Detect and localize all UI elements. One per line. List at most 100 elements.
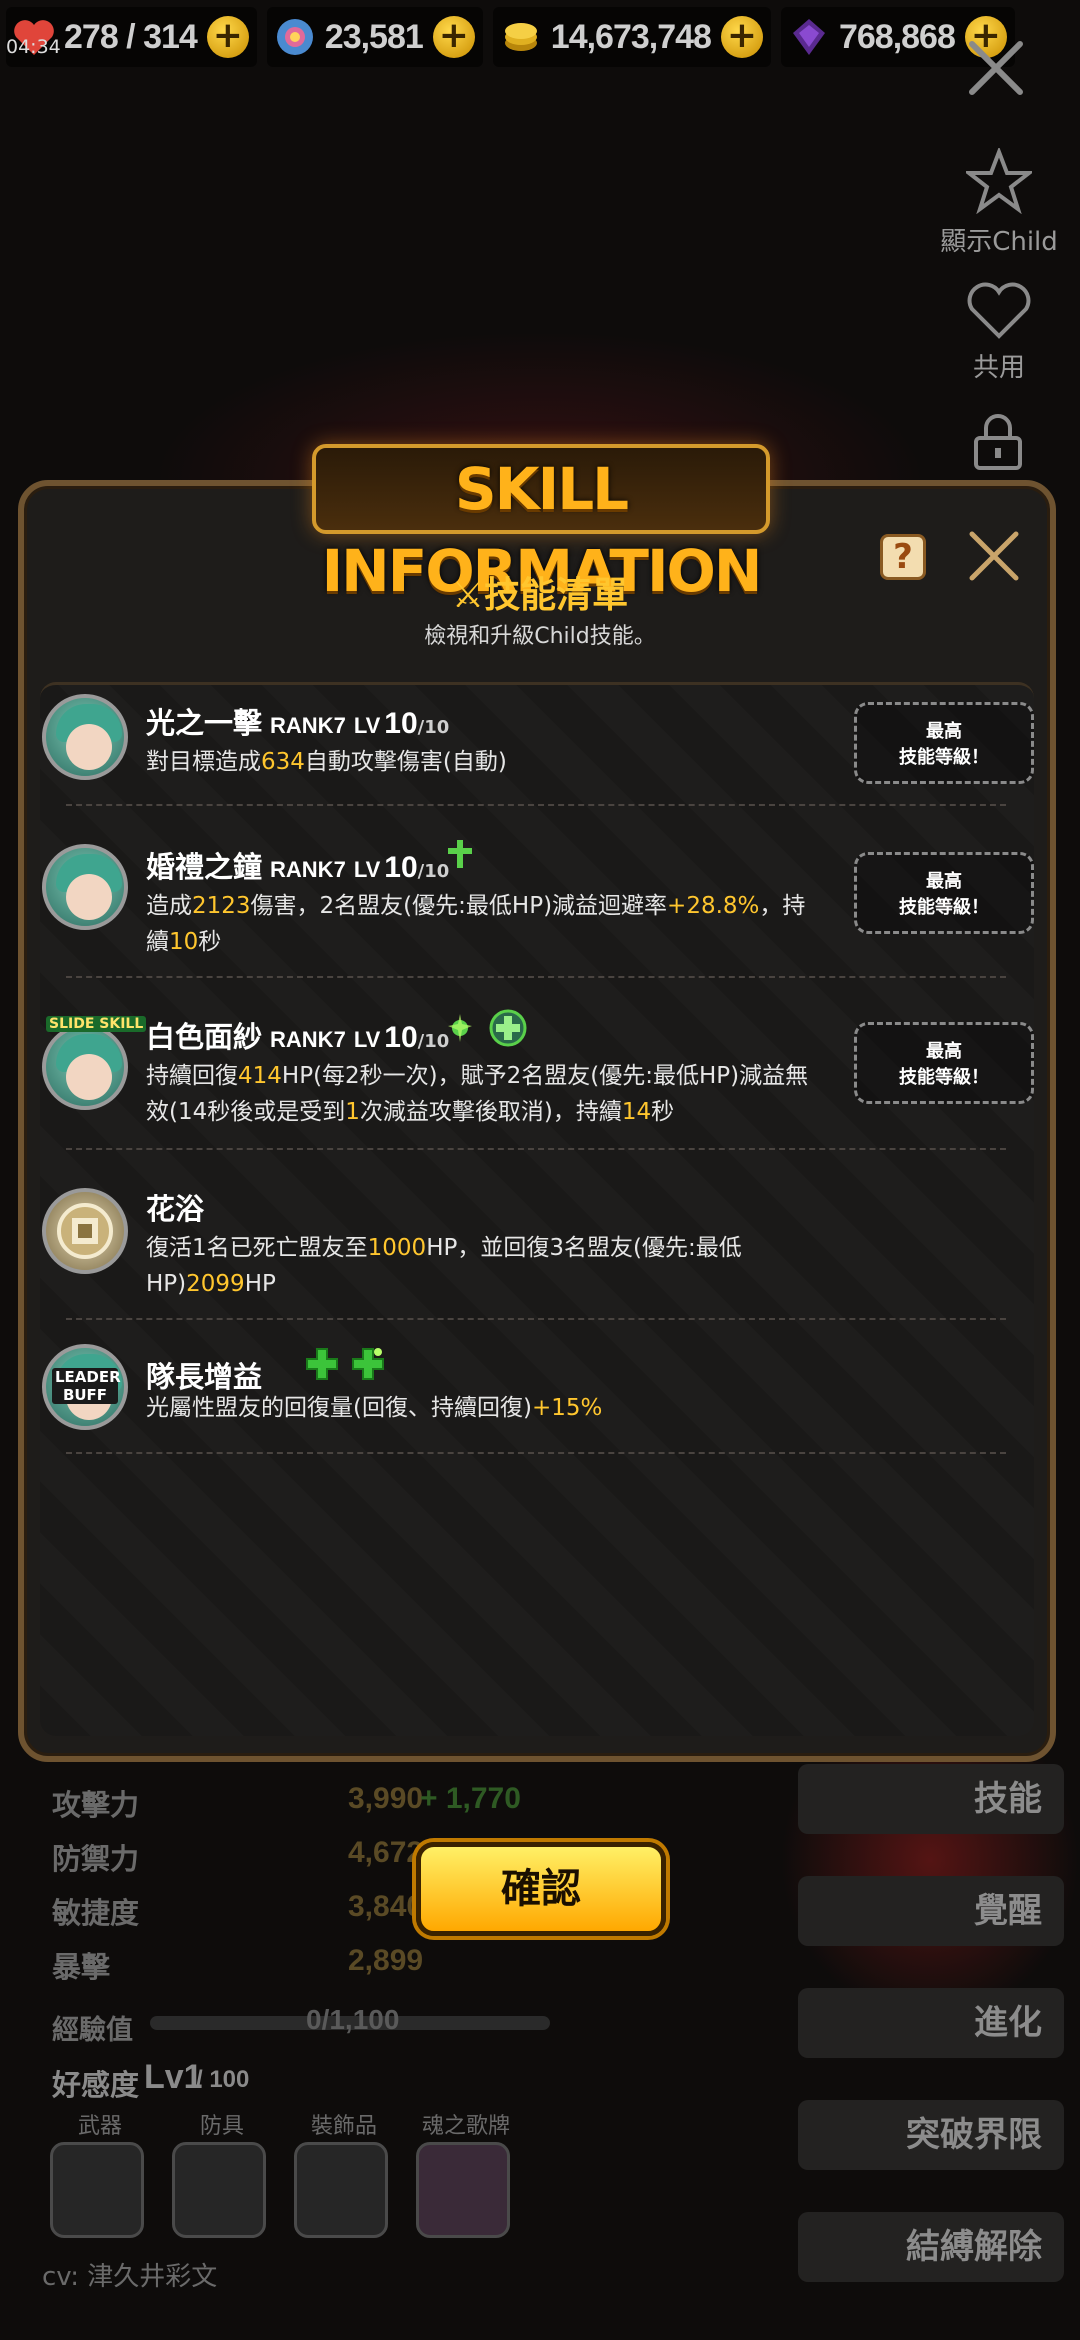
skill-value-highlight: 10	[169, 929, 199, 955]
skill-name: 花浴	[146, 1186, 204, 1228]
slide-skill-badge: SLIDE SKILL	[46, 1016, 147, 1032]
stat-attack-bonus: + 1,770	[420, 1782, 521, 1815]
skill-lv-prefix: LV	[353, 713, 381, 738]
stat-attack-label: 攻擊力	[52, 1788, 140, 1822]
skill-desc-text: 持續回復	[146, 1063, 238, 1089]
skill-portrait-icon	[42, 694, 128, 780]
skill-desc-text: 造成	[146, 893, 192, 919]
equip-weapon-slot[interactable]	[50, 2142, 144, 2238]
max-level-label-1: 最高	[926, 721, 962, 742]
skill-lv: 10	[384, 707, 418, 740]
flower-bath-skill-icon	[42, 1188, 128, 1274]
skill-emblem-icon	[57, 1203, 113, 1259]
max-level-label-2: 技能等級！	[899, 1067, 989, 1088]
voice-actor-credit: cv: 津久井彩文	[42, 2262, 218, 2292]
skill-desc-text: 自動攻擊傷害(自動)	[304, 749, 507, 775]
skill-menu-button[interactable]: 技能	[798, 1764, 1064, 1834]
soul-gem-icon	[792, 19, 825, 55]
equip-armor-slot[interactable]	[172, 2142, 266, 2238]
stamina-value: 278 / 314	[64, 17, 198, 56]
share-toggle[interactable]: 共用	[934, 282, 1064, 384]
divider	[66, 1452, 1006, 1454]
skill-value-highlight: 634	[261, 749, 305, 775]
gold-value: 14,673,748	[550, 17, 712, 56]
skill-lv: 10	[384, 1021, 418, 1054]
skill-rank: RANK7	[270, 1027, 346, 1052]
leader-buff-badge: LEADER BUFF	[52, 1368, 121, 1404]
heart-outline-icon	[967, 282, 1031, 339]
crystal-value: 23,581	[324, 17, 424, 56]
max-level-label-1: 最高	[926, 1041, 962, 1062]
skill-name: 婚禮之鐘 RANK7 LV 10/10	[146, 844, 449, 886]
skill-list-title-text: 技能清單	[484, 575, 629, 616]
skill-description: 復活1名已死亡盟友至1000HP，並回復3名盟友(優先:最低HP)2099HP	[146, 1230, 826, 1302]
skill-description: 對目標造成634自動攻擊傷害(自動)	[146, 744, 826, 780]
unbind-menu-button[interactable]: 結縛解除	[798, 2212, 1064, 2282]
confirm-button[interactable]: 確認	[416, 1842, 666, 1936]
equip-accessory-slot[interactable]	[294, 2142, 388, 2238]
skill-desc-text: 光屬性盟友的回復量(回復、持續回復)	[146, 1395, 532, 1421]
equip-soul-card-slot[interactable]	[416, 2142, 510, 2238]
max-level-button[interactable]: 最高技能等級！	[854, 1022, 1034, 1104]
affinity-max: / 100	[196, 2066, 250, 2093]
close-icon[interactable]	[964, 36, 1028, 100]
skill-name-text: 光之一擊	[146, 706, 263, 740]
sword-icon: ⚔	[451, 575, 485, 616]
add-crystal-button[interactable]: +	[432, 16, 475, 58]
skill-desc-text: 傷害，2名盟友(優先:最低HP)減益迴避率	[250, 893, 668, 919]
skill-name-text: 白色面紗	[146, 1020, 263, 1054]
lock-icon[interactable]	[970, 412, 1026, 472]
evolve-menu-button[interactable]: 進化	[798, 1988, 1064, 2058]
skill-lv: 10	[384, 851, 418, 884]
skill-portrait-icon	[42, 844, 128, 930]
equip-soul-card-label: 魂之歌牌	[421, 2114, 510, 2139]
star-icon	[963, 146, 1035, 215]
add-stamina-button[interactable]: +	[206, 16, 249, 58]
resource-bar: 278 / 314 + 23,581 + 14,673,748 + 768,86…	[0, 0, 1080, 74]
skill-desc-text: 秒	[651, 1099, 675, 1125]
skill-value-highlight: 2099	[186, 1271, 245, 1297]
skill-value-highlight: 14	[621, 1099, 652, 1125]
skill-value-highlight: +15%	[531, 1395, 603, 1421]
skill-description: 造成2123傷害，2名盟友(優先:最低HP)減益迴避率+28.8%，持續10秒	[146, 888, 826, 960]
skill-description: 光屬性盟友的回復量(回復、持續回復)+15%	[146, 1390, 826, 1426]
limit-break-menu-button[interactable]: 突破界限	[798, 2100, 1064, 2170]
stat-defense-value: 4,672	[348, 1836, 424, 1869]
max-level-button[interactable]: 最高 技能等級！	[854, 852, 1034, 934]
add-gold-button[interactable]: +	[720, 16, 763, 58]
sparkle-heal-icon	[448, 1014, 472, 1042]
equip-armor-label: 防具	[199, 2114, 244, 2139]
popup-title-banner: SKILL INFORMATION	[312, 444, 770, 605]
affinity-label: 好感度	[52, 2068, 140, 2102]
exp-label: 經驗值	[52, 2015, 133, 2046]
skill-name: 白色面紗 RANK7 LV 10/10	[146, 1014, 449, 1056]
stat-agility-label: 敏捷度	[52, 1896, 140, 1930]
show-child-toggle[interactable]: 顯示Child	[934, 146, 1064, 258]
gold-counter: 14,673,748 +	[492, 7, 771, 67]
exp-value: 0/1,100	[306, 2004, 400, 2035]
gold-icon	[504, 23, 537, 51]
equip-weapon-label: 武器	[77, 2114, 122, 2139]
stat-agility-value: 3,840	[348, 1890, 424, 1923]
skill-lv-max: /10	[417, 717, 450, 738]
skill-desc-text: 次減益攻擊後取消)，持續	[359, 1099, 622, 1125]
max-level-button[interactable]: 最高技能等級！	[854, 702, 1034, 784]
skill-value-highlight: 1	[345, 1099, 360, 1125]
crystal-counter: 23,581 +	[266, 7, 483, 67]
clock: 04:34	[6, 36, 61, 58]
skill-name-text: 花浴	[146, 1192, 205, 1226]
awaken-menu-button[interactable]: 覺醒	[798, 1876, 1064, 1946]
soul-gem-value: 768,868	[838, 17, 956, 56]
skill-name-text: 隊長增益	[146, 1360, 263, 1394]
skill-desc-text: 復活1名已死亡盟友至	[146, 1235, 368, 1261]
stat-defense-label: 防禦力	[52, 1842, 140, 1876]
divider	[66, 1148, 1006, 1150]
skill-lv-prefix: LV	[353, 1027, 381, 1052]
skill-desc-text: 秒	[198, 929, 222, 955]
skill-desc-text: HP	[244, 1271, 276, 1297]
skill-value-highlight: 414	[238, 1063, 282, 1089]
divider	[66, 1318, 1006, 1320]
divider	[66, 804, 1006, 806]
max-level-label-2: 技能等級！	[899, 747, 989, 768]
crystal-icon	[276, 19, 313, 55]
